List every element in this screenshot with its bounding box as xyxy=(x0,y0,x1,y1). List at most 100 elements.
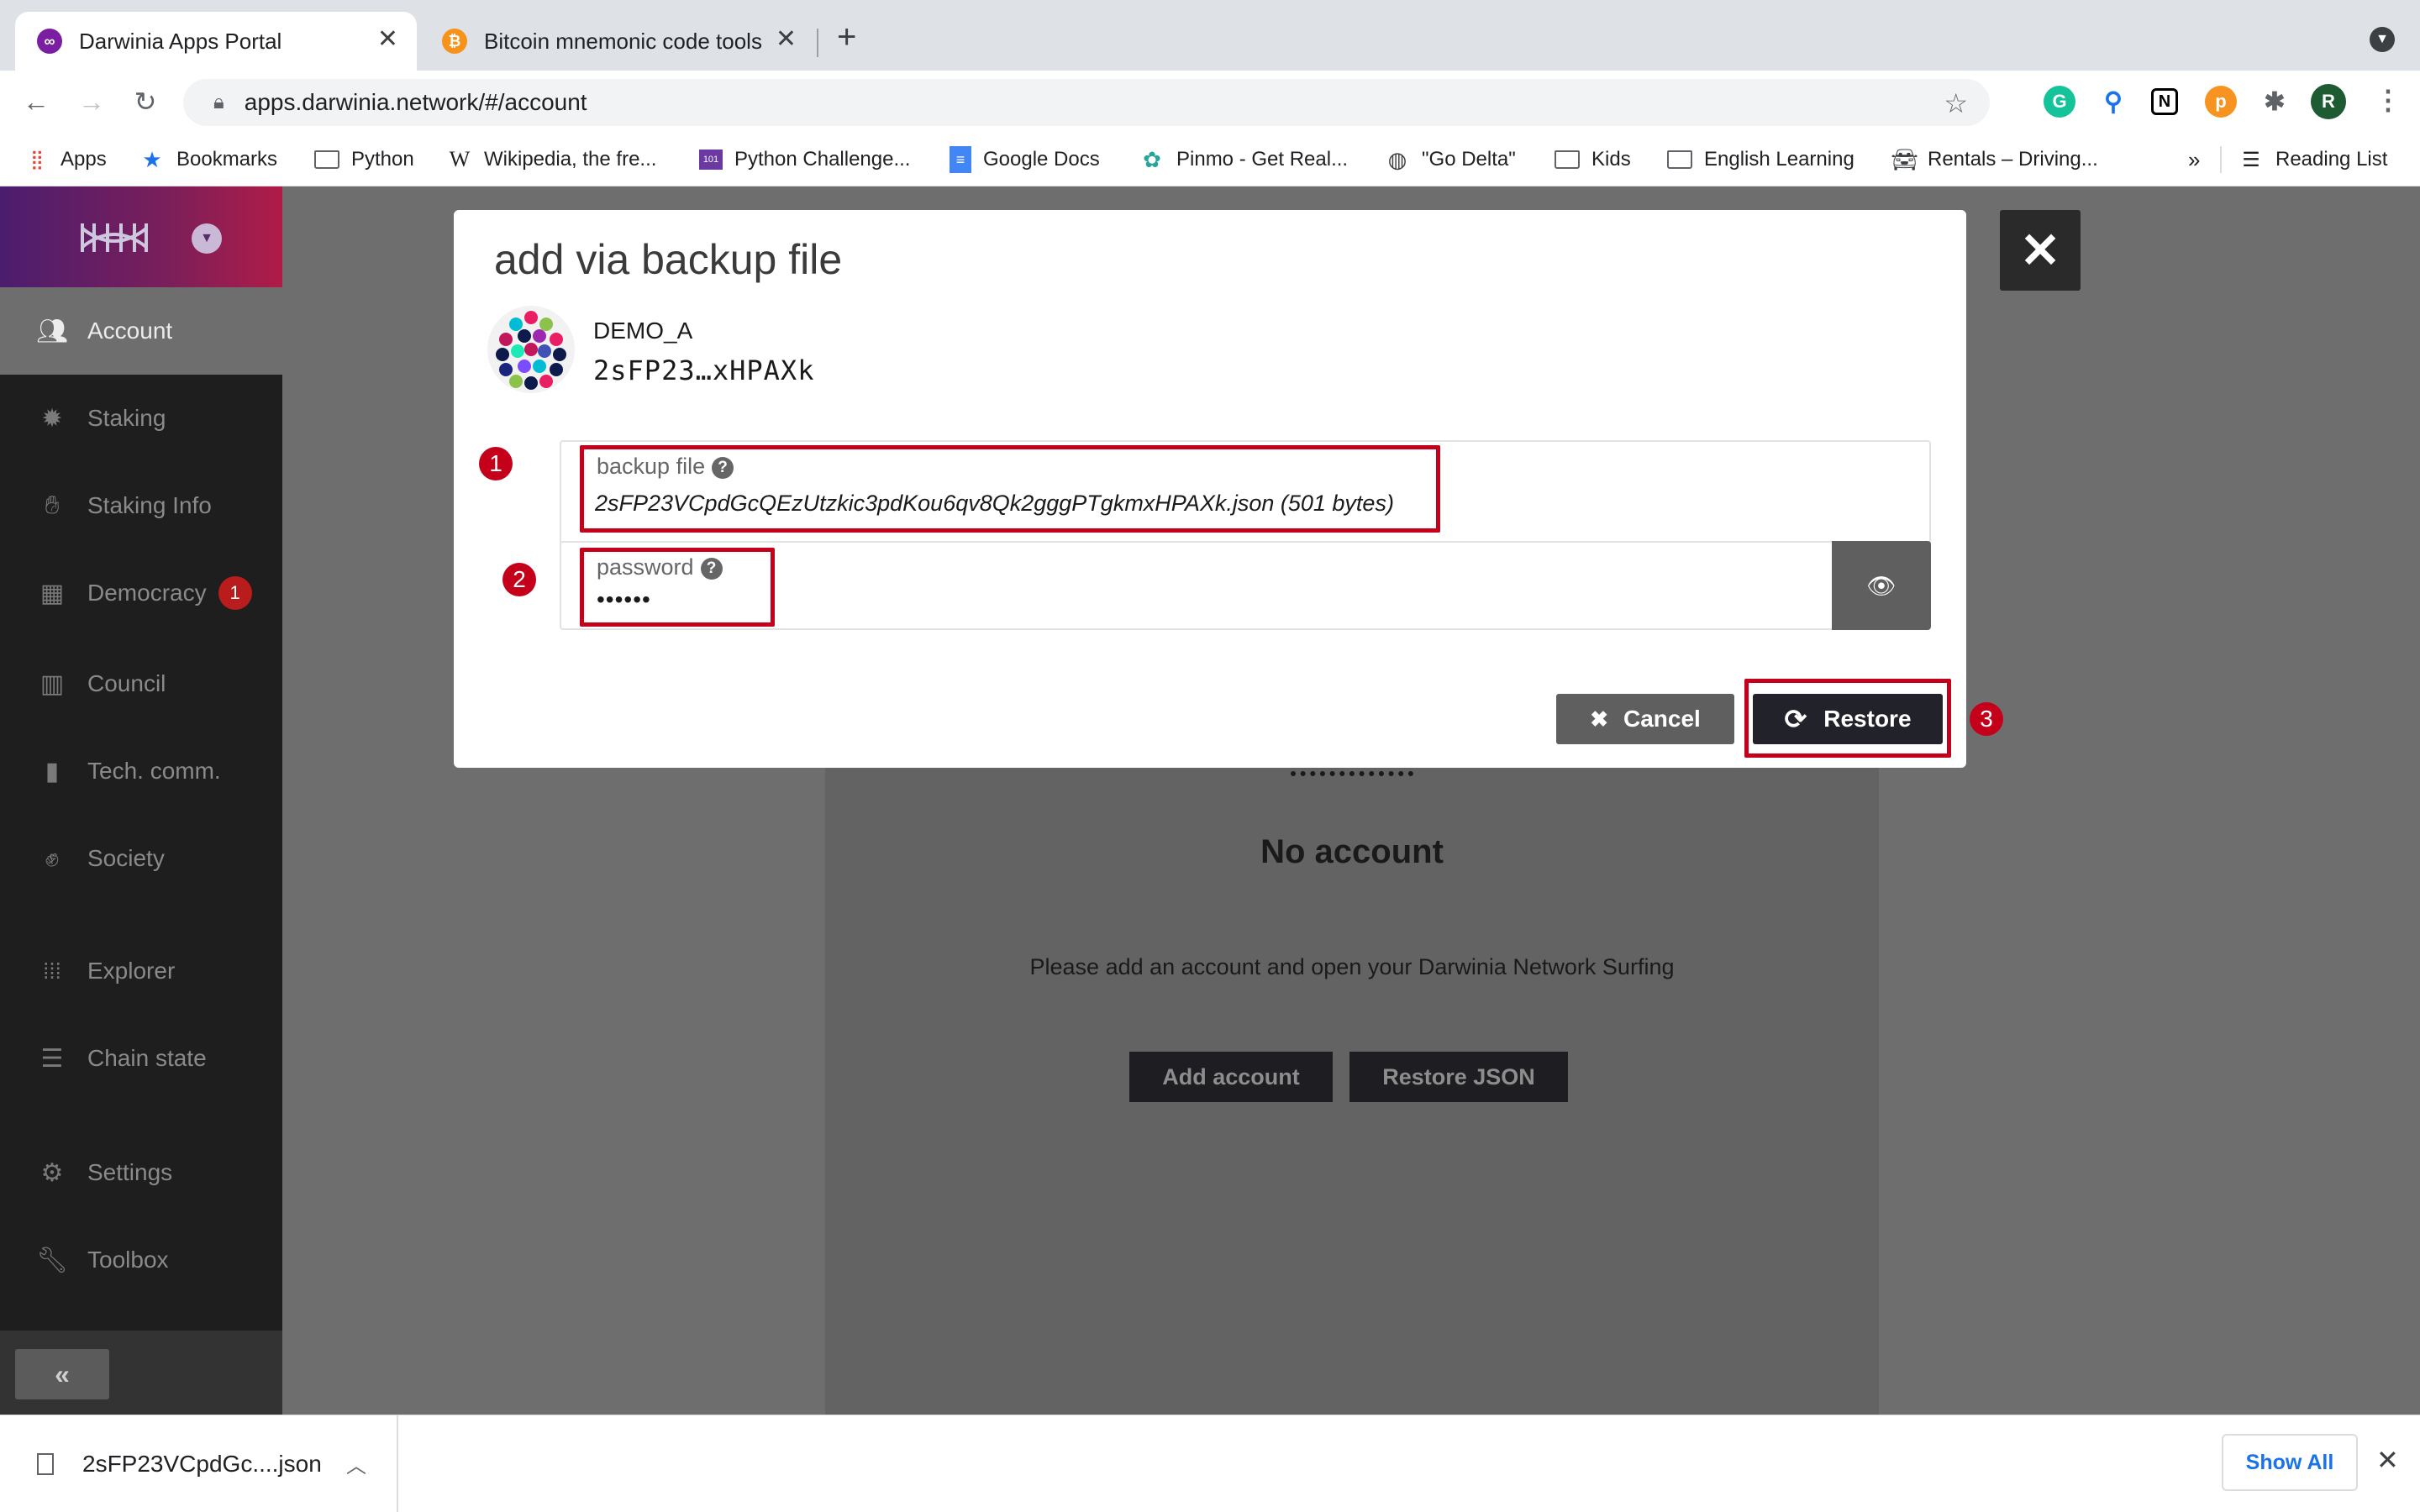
restore-json-button[interactable]: Restore JSON xyxy=(1349,1052,1568,1102)
sidebar-item-democracy[interactable]: ▦ Democracy 1 xyxy=(0,549,282,637)
close-download-bar-icon[interactable]: ✕ xyxy=(2376,1444,2399,1476)
notion-icon[interactable]: N xyxy=(2151,88,2178,115)
backup-file-label-text: backup file xyxy=(597,454,706,479)
download-item[interactable]: 2sFP23VCpdGc....json ︿ xyxy=(0,1415,398,1512)
collapse-sidebar-button[interactable]: « xyxy=(15,1349,109,1399)
sidebar-item-staking[interactable]: ✹ Staking xyxy=(0,375,282,462)
google-docs-icon: ≡ xyxy=(950,146,971,173)
sidebar-item-society[interactable]: ✊︎ Society xyxy=(0,815,282,902)
bookmark-go-delta[interactable]: ◍ "Go Delta" xyxy=(1385,133,1516,186)
back-icon[interactable]: ← xyxy=(17,82,55,121)
account-address: 2sFP23…xHPAXk xyxy=(593,354,815,386)
piggy-extension-icon[interactable]: p xyxy=(2205,86,2237,118)
bookmark-apps[interactable]: ⣿ Apps xyxy=(24,133,107,186)
close-modal-button[interactable]: ✕ xyxy=(2000,210,2081,291)
browser-toolbar: ← → ↻ 🔒︎ apps.darwinia.network/#/account… xyxy=(0,71,2420,133)
building-icon: ▥ xyxy=(39,669,65,698)
users-icon: 👥︎ xyxy=(35,317,69,345)
eye-icon: 👁︎ xyxy=(1866,572,1897,599)
sidebar-item-label: Staking Info xyxy=(87,492,212,518)
sidebar-item-explorer[interactable]: ⁞⁞⁞ Explorer xyxy=(0,927,282,1015)
sidebar-item-staking-info[interactable]: ✋︎ Staking Info xyxy=(0,462,282,549)
folder-icon xyxy=(1555,150,1580,169)
tab-search-icon[interactable]: ▼ xyxy=(2370,27,2395,52)
sidebar-item-account[interactable]: 👥︎ Account xyxy=(0,287,282,375)
democracy-badge: 1 xyxy=(218,576,252,610)
step-3-marker: 3 xyxy=(1970,702,2003,736)
help-icon[interactable]: ? xyxy=(712,457,734,479)
reload-icon[interactable]: ↻ xyxy=(126,82,165,121)
password-label: password? xyxy=(597,554,723,580)
modal-title: add via backup file xyxy=(494,236,843,283)
sidebar-item-chain-state[interactable]: ☰ Chain state xyxy=(0,1015,282,1102)
sidebar-item-tech-comm[interactable]: ▮ Tech. comm. xyxy=(0,727,282,815)
gear-certificate-icon: ✹ xyxy=(41,404,63,433)
close-tab-icon[interactable]: ✕ xyxy=(377,27,398,52)
pin-extension-icon[interactable]: ⚲ xyxy=(2097,86,2129,118)
dots-grid-icon: ⁞⁞⁞ xyxy=(43,958,61,984)
bookmark-star-icon[interactable]: ☆ xyxy=(1944,87,1968,119)
sidebar: ▼ 👥︎ Account ✹ Staking ✋︎ Staking Info ▦… xyxy=(0,186,282,1415)
tab-darwinia[interactable]: ∞ Darwinia Apps Portal ✕ xyxy=(15,12,417,71)
pinmo-icon: ✿ xyxy=(1143,146,1161,172)
globe-icon: ◍ xyxy=(1387,146,1407,172)
bookmark-kids[interactable]: Kids xyxy=(1555,133,1631,186)
bookmark-google-docs[interactable]: ≡ Google Docs xyxy=(950,133,1100,186)
restore-label: Restore xyxy=(1823,706,1912,732)
show-password-button[interactable]: 👁︎ xyxy=(1832,541,1931,630)
bookmark-wikipedia[interactable]: W Wikipedia, the fre... xyxy=(447,133,657,186)
sidebar-item-council[interactable]: ▥ Council xyxy=(0,640,282,727)
bookmark-english-learning[interactable]: English Learning xyxy=(1667,133,1854,186)
cogs-icon: ⚙︎ xyxy=(40,1158,64,1187)
grammarly-icon[interactable]: G xyxy=(2044,86,2075,118)
bookmark-rentals[interactable]: 🚘︎ Rentals – Driving... xyxy=(1891,133,2098,186)
backup-file-value: 2sFP23VCpdGcQEzUtzkic3pdKou6qv8Qk2gggPTg… xyxy=(595,491,1394,516)
bookmark-label: Python xyxy=(351,148,414,171)
database-icon: ☰ xyxy=(40,1044,64,1073)
bookmark-bookmarks[interactable]: ★ Bookmarks xyxy=(139,133,277,186)
bookmark-label: "Go Delta" xyxy=(1422,148,1516,171)
tab-strip: ∞ Darwinia Apps Portal ✕ ₿ Bitcoin mnemo… xyxy=(0,0,2420,71)
extensions-puzzle-icon[interactable]: ✱ xyxy=(2259,86,2291,118)
book-icon: ▮ xyxy=(45,757,60,785)
close-icon: ✖ xyxy=(1590,706,1608,732)
chevron-up-icon[interactable]: ︿ xyxy=(346,1449,366,1478)
restore-button[interactable]: ⟳ Restore xyxy=(1753,694,1943,744)
app-area: No account Please add an account and ope… xyxy=(0,186,2420,1421)
python-challenge-icon: 101 xyxy=(699,150,723,170)
sidebar-item-label: Society xyxy=(87,845,165,871)
sidebar-item-label: Council xyxy=(87,670,166,696)
sidebar-header: ▼ xyxy=(0,186,282,287)
bookmark-pinmo[interactable]: ✿ Pinmo - Get Real... xyxy=(1139,133,1348,186)
menu-kebab-icon[interactable]: ⋮ xyxy=(2375,84,2402,116)
sidebar-item-settings[interactable]: ⚙︎ Settings xyxy=(0,1129,282,1216)
cancel-button[interactable]: ✖ Cancel xyxy=(1556,694,1734,744)
password-value: •••••• xyxy=(597,586,651,612)
sidebar-item-label: Staking xyxy=(87,405,166,431)
more-bookmarks-chevron-icon[interactable]: » xyxy=(2188,133,2200,186)
darwinia-logo-icon xyxy=(81,223,148,252)
help-icon[interactable]: ? xyxy=(700,558,723,580)
profile-avatar[interactable]: R xyxy=(2311,84,2346,119)
bookmark-python-challenge[interactable]: 101 Python Challenge... xyxy=(699,133,910,186)
sidebar-item-label: Explorer xyxy=(87,958,176,984)
reading-list-button[interactable]: ☰ Reading List xyxy=(2238,133,2387,186)
sidebar-item-toolbox[interactable]: 🔧︎ Toolbox xyxy=(0,1216,282,1304)
reading-list-icon: ☰ xyxy=(2242,148,2260,171)
sidebar-item-label: Tech. comm. xyxy=(87,758,221,784)
sync-icon: ⟳ xyxy=(1784,704,1807,734)
address-bar[interactable]: 🔒︎ apps.darwinia.network/#/account ☆ xyxy=(183,79,1990,126)
bookmarks-bar: ⣿ Apps ★ Bookmarks Python W Wikipedia, t… xyxy=(0,133,2420,186)
close-tab-icon[interactable]: ✕ xyxy=(776,27,797,52)
show-all-downloads-button[interactable]: Show All xyxy=(2222,1434,2358,1491)
bookmark-python[interactable]: Python xyxy=(314,133,414,186)
empty-state-text: Please add an account and open your Darw… xyxy=(1029,954,1675,979)
darwinia-favicon-icon: ∞ xyxy=(37,29,62,54)
tab-bitcoin[interactable]: ₿ Bitcoin mnemonic code tools ✕ xyxy=(420,12,815,71)
restore-backup-modal: add via backup file DEMO_A 2sFP23…xHPAXk xyxy=(454,210,2003,768)
forward-icon[interactable]: → xyxy=(72,82,111,121)
car-icon: 🚘︎ xyxy=(1891,146,1919,172)
add-account-button[interactable]: Add account xyxy=(1129,1052,1333,1102)
new-tab-icon[interactable]: + xyxy=(837,20,856,54)
chain-selector-chevron-icon[interactable]: ▼ xyxy=(192,223,222,254)
